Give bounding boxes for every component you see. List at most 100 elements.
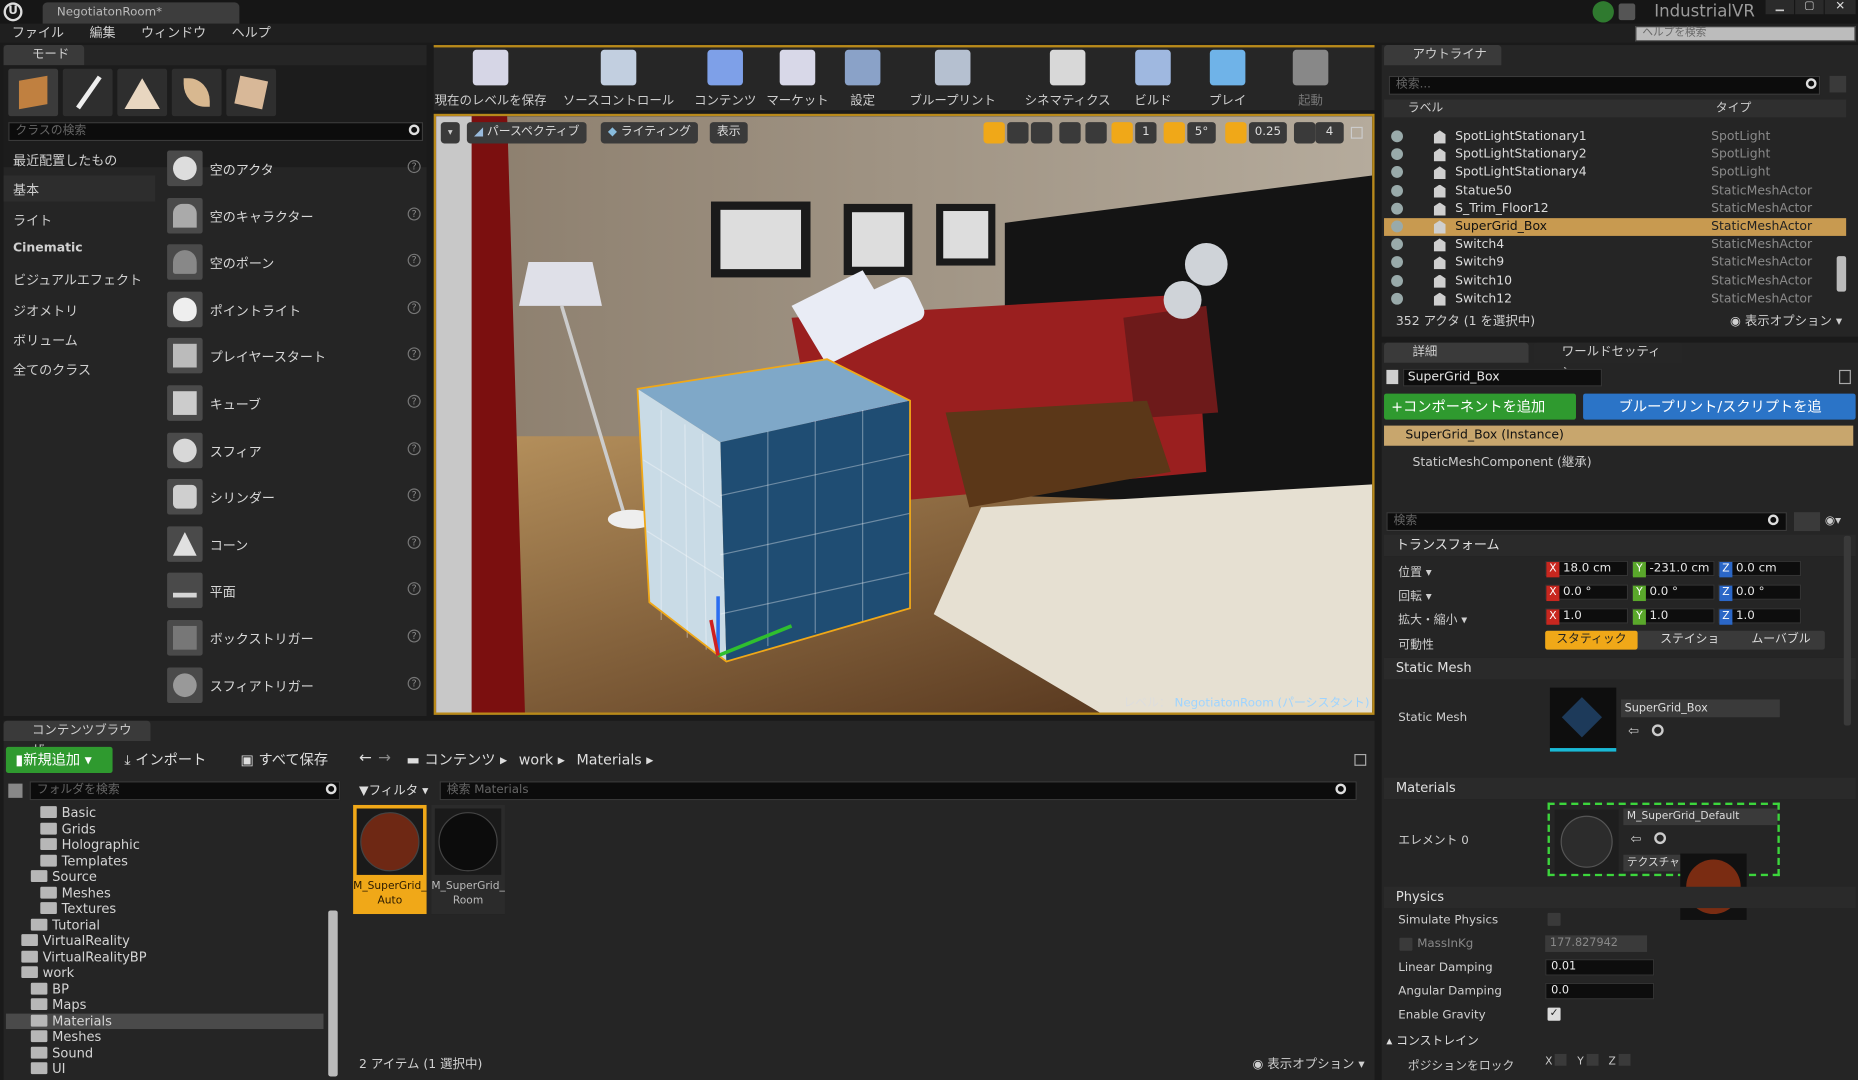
visibility-eye-icon[interactable] (1391, 184, 1403, 197)
outliner-row[interactable]: SpotLightStationary1 SpotLight (1384, 128, 1846, 146)
foliage-mode-button[interactable] (171, 68, 222, 117)
help-icon[interactable]: ? (407, 394, 421, 408)
rotate-tool-icon[interactable] (1007, 122, 1029, 144)
outliner-scrollbar[interactable] (1836, 256, 1847, 292)
help-icon[interactable]: ? (407, 253, 421, 267)
visibility-eye-icon[interactable] (1391, 148, 1403, 161)
location-x-field[interactable]: X 18.0 cm (1545, 560, 1629, 578)
help-icon[interactable]: ? (407, 582, 421, 596)
menu-help[interactable]: ヘルプ (232, 24, 271, 43)
folder-item[interactable]: Templates (40, 853, 128, 868)
help-search-input[interactable]: ヘルプを検索 (1635, 26, 1856, 42)
save-all-button[interactable]: ▣ すべて保存 (241, 747, 329, 773)
outliner-tab[interactable]: アウトライナ (1384, 45, 1502, 66)
category-item[interactable]: ボリューム (4, 326, 156, 352)
perspective-button[interactable]: ◢ パースペクティブ (466, 122, 587, 144)
actor-item[interactable]: スフィアトリガー? (165, 665, 428, 705)
toolbar-button[interactable]: 起動 (1275, 49, 1346, 115)
landscape-mode-button[interactable] (117, 68, 168, 117)
folder-item[interactable]: work (21, 965, 74, 980)
help-icon[interactable]: ? (407, 535, 421, 549)
use-selected-icon[interactable]: ⇦ (1628, 723, 1642, 738)
scale-z-field[interactable]: Z 1.0 (1718, 608, 1802, 625)
document-tab[interactable]: NegotiatonRoom* (42, 2, 240, 24)
visibility-eye-icon[interactable] (1391, 130, 1403, 143)
static-mesh-thumbnail[interactable] (1549, 687, 1617, 752)
add-filter-icon[interactable] (1829, 75, 1847, 93)
viewport-options-button[interactable]: ▾ (440, 122, 460, 144)
help-icon[interactable]: ? (407, 676, 421, 690)
actor-item[interactable]: シリンダー? (165, 477, 428, 517)
mobility-static[interactable]: スタティック (1545, 630, 1638, 650)
surface-snap-icon[interactable] (1085, 122, 1107, 144)
help-icon[interactable]: ? (407, 160, 421, 174)
folder-item[interactable]: Maps (30, 997, 86, 1012)
folder-item[interactable]: Materials (5, 1013, 324, 1029)
import-button[interactable]: ⤓ インポート (124, 747, 206, 773)
location-z-field[interactable]: Z 0.0 cm (1718, 560, 1802, 578)
folder-item[interactable]: VirtualRealityBP (21, 949, 147, 964)
lock-y-checkbox[interactable] (1586, 1053, 1598, 1066)
asset-tile[interactable]: M_SuperGrid_ Room (431, 804, 505, 915)
level-viewport[interactable]: ▾ ◢ パースペクティブ ◆ ライティング 表示 1 5° 0.25 4 レベル… (433, 113, 1375, 715)
visibility-eye-icon[interactable] (1391, 238, 1403, 251)
menu-window[interactable]: ウィンドウ (141, 24, 206, 43)
actor-item[interactable]: キューブ? (165, 383, 428, 423)
mass-override-checkbox[interactable] (1399, 937, 1413, 951)
folder-item[interactable]: Meshes (40, 885, 111, 900)
actor-item[interactable]: 空のアクタ? (165, 148, 428, 188)
category-item[interactable]: ビジュアルエフェクト (4, 266, 156, 292)
property-matrix-icon[interactable] (1794, 512, 1821, 532)
scale-snap-icon[interactable] (1225, 122, 1247, 144)
col-type[interactable]: タイプ (1716, 100, 1752, 118)
folder-item[interactable]: Basic (40, 805, 96, 820)
rotation-z-field[interactable]: Z 0.0 ° (1718, 584, 1802, 602)
toolbar-button[interactable]: シネマティクス (1014, 49, 1121, 115)
scale-y-field[interactable]: Y 1.0 (1631, 608, 1715, 625)
folder-item[interactable]: Holographic (40, 837, 140, 852)
place-mode-button[interactable] (8, 68, 59, 117)
actor-item[interactable]: 空のキャラクター? (165, 195, 428, 235)
translate-tool-icon[interactable] (983, 122, 1005, 144)
details-tab[interactable]: 詳細 (1384, 342, 1529, 363)
instance-row[interactable]: SuperGrid_Box (Instance) (1384, 425, 1854, 446)
folder-item[interactable]: BP (30, 981, 69, 996)
mass-field[interactable]: 177.827942 (1545, 935, 1648, 952)
camera-speed-icon[interactable] (1293, 122, 1316, 144)
close-button[interactable]: ✕ (1824, 0, 1856, 15)
enable-gravity-checkbox[interactable]: ✓ (1547, 1007, 1561, 1021)
modes-tab[interactable]: モード (3, 45, 84, 66)
actor-item[interactable]: スフィア? (165, 430, 428, 470)
simulate-physics-checkbox[interactable] (1547, 912, 1561, 926)
history-back-icon[interactable]: ← (359, 749, 372, 767)
component-row[interactable]: StaticMeshComponent (継承) (1384, 453, 1853, 473)
content-browser-tab[interactable]: コンテンツブラウザ (3, 720, 151, 758)
constraints-subsection[interactable]: ▴ コンストレイン (1386, 1030, 1478, 1048)
folder-item[interactable]: Source (30, 869, 97, 884)
help-icon[interactable]: ? (407, 300, 421, 314)
scale-tool-icon[interactable] (1030, 122, 1053, 144)
sources-toggle-icon[interactable] (8, 783, 23, 798)
visibility-eye-icon[interactable] (1391, 220, 1403, 233)
outliner-row[interactable]: SpotLightStationary4 SpotLight (1384, 164, 1846, 182)
outliner-row[interactable]: Statue50 StaticMeshActor (1384, 182, 1846, 200)
rotation-x-field[interactable]: X 0.0 ° (1545, 584, 1629, 602)
camera-speed-value[interactable]: 4 (1315, 122, 1344, 144)
folder-search-input[interactable]: フォルダを検索 (29, 781, 341, 801)
category-item[interactable]: Cinematic (4, 236, 156, 262)
outliner-search-input[interactable]: 検索... (1388, 75, 1821, 95)
menu-file[interactable]: ファイル (12, 24, 64, 43)
outliner-row[interactable]: Switch10 StaticMeshActor (1384, 272, 1846, 290)
filter-button[interactable]: ▼フィルタ ▾ (359, 781, 428, 799)
breadcrumb-content[interactable]: コンテンツ (424, 752, 495, 769)
world-settings-tab[interactable]: ワールドセッティン (1533, 342, 1683, 379)
scale-x-field[interactable]: X 1.0 (1545, 608, 1629, 625)
folder-item[interactable]: Textures (40, 901, 116, 916)
outliner-row[interactable]: S_Trim_Floor12 StaticMeshActor (1384, 200, 1846, 218)
material-thumbnail[interactable] (1554, 809, 1619, 874)
mobility-movable[interactable]: ムーバブル (1737, 631, 1825, 650)
help-icon[interactable]: ? (407, 629, 421, 643)
category-item[interactable]: 全てのクラス (4, 356, 156, 382)
use-selected-icon[interactable]: ⇦ (1630, 831, 1641, 846)
add-component-button[interactable]: +コンポーネントを追加 (1384, 393, 1576, 420)
